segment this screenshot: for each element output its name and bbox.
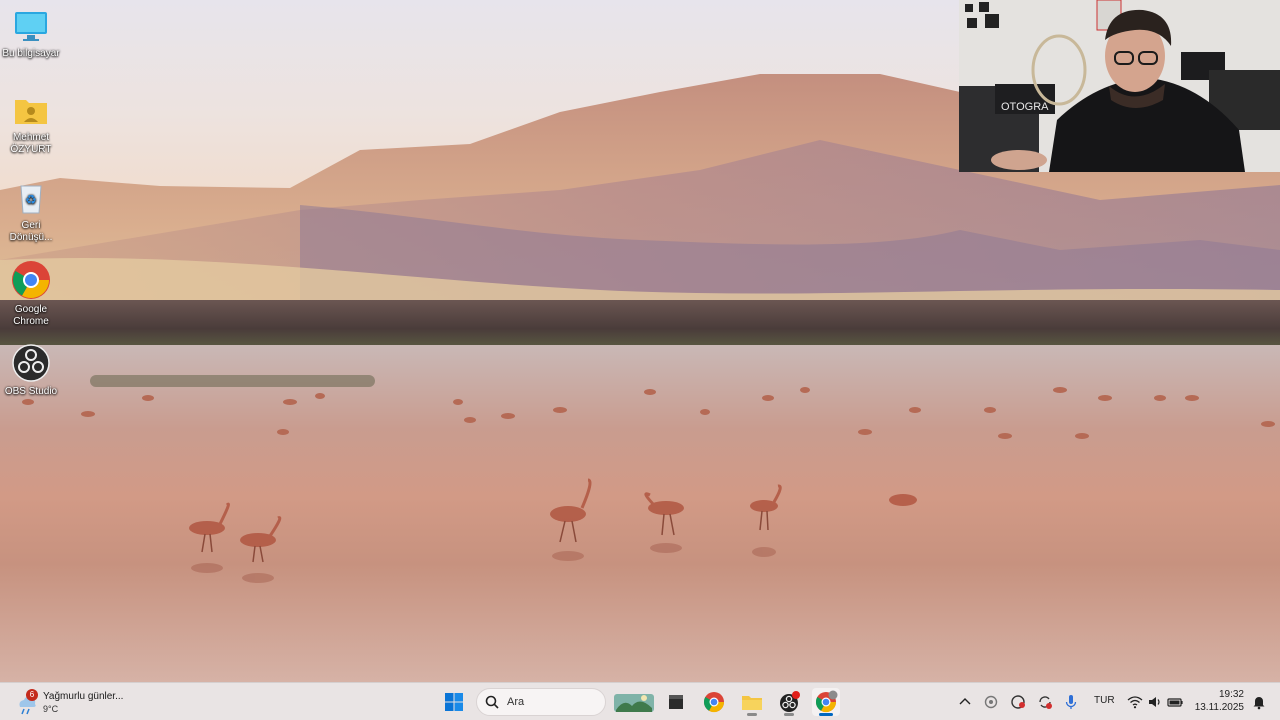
sync-icon <box>1039 696 1052 709</box>
tray-app[interactable] <box>982 693 1000 711</box>
taskbar-chrome-profile[interactable] <box>812 688 840 716</box>
desktop-icon-recycle-bin[interactable]: ♻ Geri Dönüşü... <box>2 180 60 244</box>
chrome-profile-icon <box>815 690 838 713</box>
tray-wifi[interactable] <box>1126 693 1144 711</box>
recycle-bin-icon: ♻ <box>13 180 49 216</box>
desktop-icon-user-folder[interactable]: Mehmet ÖZYURT <box>2 92 60 156</box>
tray-sync[interactable] <box>1036 693 1054 711</box>
microphone-icon <box>1065 695 1077 709</box>
taskbar-folder[interactable] <box>738 688 766 716</box>
tray-record[interactable] <box>1009 693 1027 711</box>
chrome-icon <box>703 692 725 713</box>
widgets-icon <box>614 694 654 712</box>
computer-icon <box>13 8 49 44</box>
chevron-up-icon <box>959 698 971 705</box>
desktop-icon-label: Google Chrome <box>13 304 49 327</box>
webcam-wall-text: OTOGRA <box>1001 101 1049 113</box>
desktop[interactable]: Bu bilgisayar Mehmet ÖZYURT ♻ Geri Dönüş… <box>0 0 1280 720</box>
wifi-icon <box>1127 696 1143 709</box>
weather-temp: 9°C <box>43 704 59 714</box>
folder-icon <box>742 696 762 710</box>
start-button[interactable] <box>440 688 468 716</box>
search-placeholder: Ara <box>507 696 525 708</box>
user-folder-icon <box>13 92 49 128</box>
running-indicator <box>784 713 794 716</box>
start-icon <box>445 693 463 711</box>
tray-app-icon <box>984 695 998 709</box>
language-indicator[interactable]: TUR <box>1094 695 1115 706</box>
running-indicator <box>819 713 833 716</box>
clock[interactable]: 19:32 13.11.2025 <box>1186 688 1244 714</box>
taskbar-file-explorer[interactable] <box>662 688 690 716</box>
weather-widget[interactable]: 6 Yağmurlu günler... 9°C <box>16 687 156 717</box>
taskbar-search[interactable]: Ara <box>476 688 606 716</box>
tray-volume[interactable] <box>1146 693 1164 711</box>
taskbar: 6 Yağmurlu günler... 9°C Ara TUR 19:32 1… <box>0 682 1280 720</box>
desktop-icon-chrome[interactable]: Google Chrome <box>2 260 60 328</box>
search-icon <box>485 695 499 709</box>
running-indicator <box>747 713 757 716</box>
clock-date: 13.11.2025 <box>1194 702 1244 713</box>
file-explorer-icon <box>669 695 683 709</box>
desktop-icon-label: Mehmet ÖZYURT <box>10 132 52 155</box>
taskbar-obs[interactable] <box>775 688 803 716</box>
desktop-icon-label: Bu bilgisayar <box>2 48 60 59</box>
desktop-icon-label: Geri Dönüşü... <box>9 220 53 243</box>
weather-badge: 6 <box>26 689 38 701</box>
record-icon <box>1011 695 1025 709</box>
desktop-icon-this-pc[interactable]: Bu bilgisayar <box>2 8 60 60</box>
obs-icon <box>12 344 50 382</box>
taskbar-chrome[interactable] <box>700 688 728 716</box>
tray-overflow-button[interactable] <box>956 693 974 711</box>
svg-text:♻: ♻ <box>25 193 37 208</box>
desktop-icon-obs[interactable]: OBS Studio <box>2 344 60 398</box>
notification-icon <box>1253 697 1265 710</box>
desktop-icon-label: OBS Studio <box>4 386 58 397</box>
webcam-feed: OTOGRA <box>959 0 1280 172</box>
obs-icon <box>780 691 800 712</box>
clock-time: 19:32 <box>1218 689 1244 700</box>
widgets-button[interactable] <box>612 688 656 716</box>
tray-microphone[interactable] <box>1062 693 1080 711</box>
tray-notifications[interactable] <box>1250 693 1268 711</box>
chrome-icon <box>11 260 51 300</box>
tray-battery[interactable] <box>1166 693 1184 711</box>
volume-icon <box>1149 697 1160 707</box>
weather-title: Yağmurlu günler... <box>43 691 124 702</box>
battery-icon <box>1167 698 1183 707</box>
webcam-overlay: OTOGRA <box>959 0 1280 172</box>
